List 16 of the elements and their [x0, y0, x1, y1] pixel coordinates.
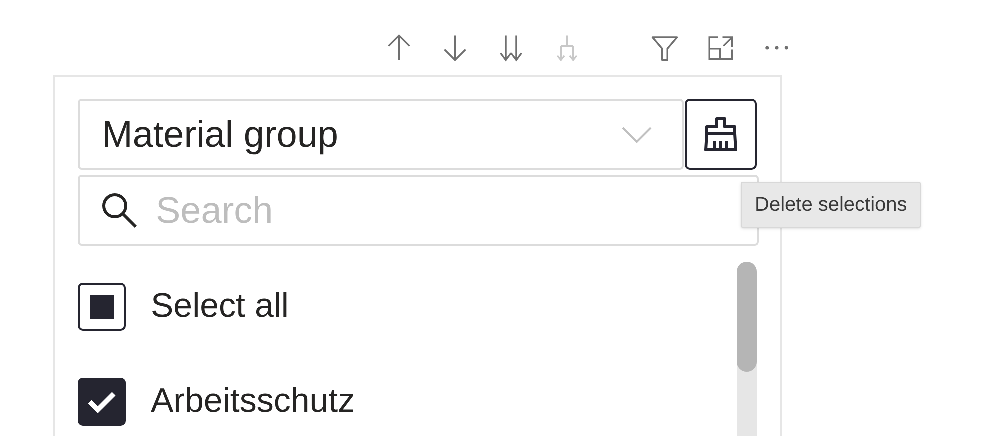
dropdown[interactable]: Material group	[78, 99, 684, 170]
scrollbar[interactable]	[737, 262, 757, 436]
more-icon	[763, 45, 791, 51]
search-icon	[100, 191, 138, 229]
item-label: Select all	[151, 286, 289, 327]
tooltip: Delete selections	[741, 182, 922, 228]
brush-icon	[704, 116, 738, 152]
square-icon	[90, 294, 114, 318]
checkbox[interactable]	[78, 282, 126, 330]
dropdown-value: Material group	[102, 112, 340, 157]
scrollbar-thumb[interactable]	[737, 262, 757, 372]
item-label: Arbeitsschutz	[151, 381, 356, 422]
clear-button[interactable]	[685, 99, 757, 170]
checkmark-icon	[87, 390, 117, 414]
checkbox[interactable]	[78, 378, 126, 426]
chevron-down-icon	[622, 126, 652, 142]
